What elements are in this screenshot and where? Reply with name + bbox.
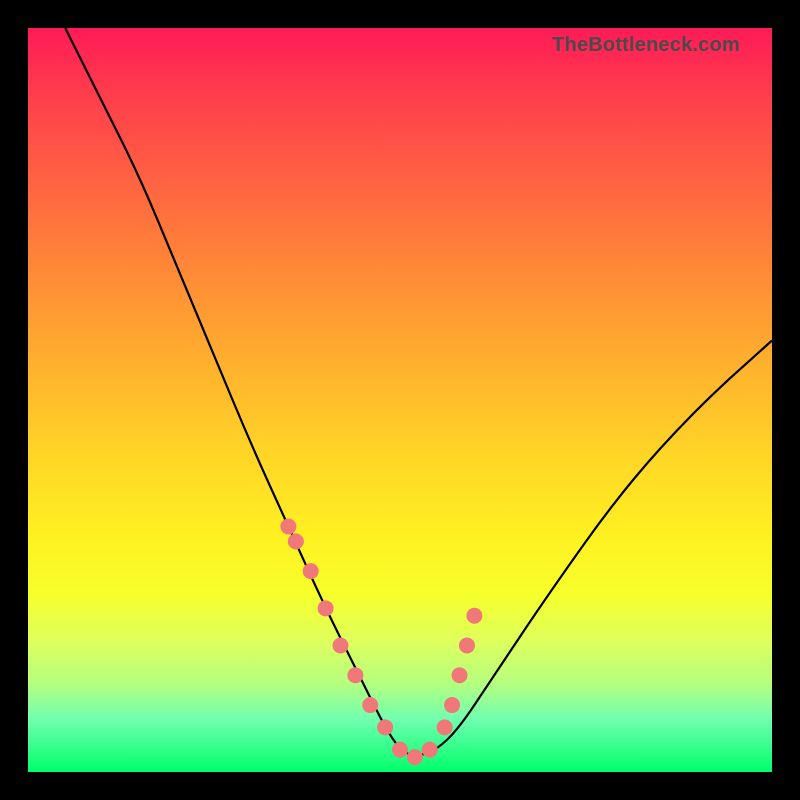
- highlight-dot: [318, 600, 334, 616]
- highlight-dot: [392, 742, 408, 758]
- plot-area: TheBottleneck.com: [28, 28, 772, 772]
- bottleneck-curve: [65, 28, 772, 755]
- highlight-dot: [407, 749, 423, 765]
- highlight-dot: [332, 638, 348, 654]
- highlight-dot: [280, 518, 296, 534]
- highlight-dot: [459, 638, 475, 654]
- highlight-dot: [303, 563, 319, 579]
- highlight-dot: [444, 697, 460, 713]
- highlight-dot: [466, 608, 482, 624]
- highlight-dot: [437, 719, 453, 735]
- highlight-dot: [288, 533, 304, 549]
- chart-frame: TheBottleneck.com: [0, 0, 800, 800]
- highlight-dot: [377, 719, 393, 735]
- highlight-dots: [280, 518, 482, 765]
- highlight-dot: [362, 697, 378, 713]
- highlight-dot: [347, 667, 363, 683]
- highlight-dot: [452, 667, 468, 683]
- curve-layer: [28, 28, 772, 772]
- highlight-dot: [422, 742, 438, 758]
